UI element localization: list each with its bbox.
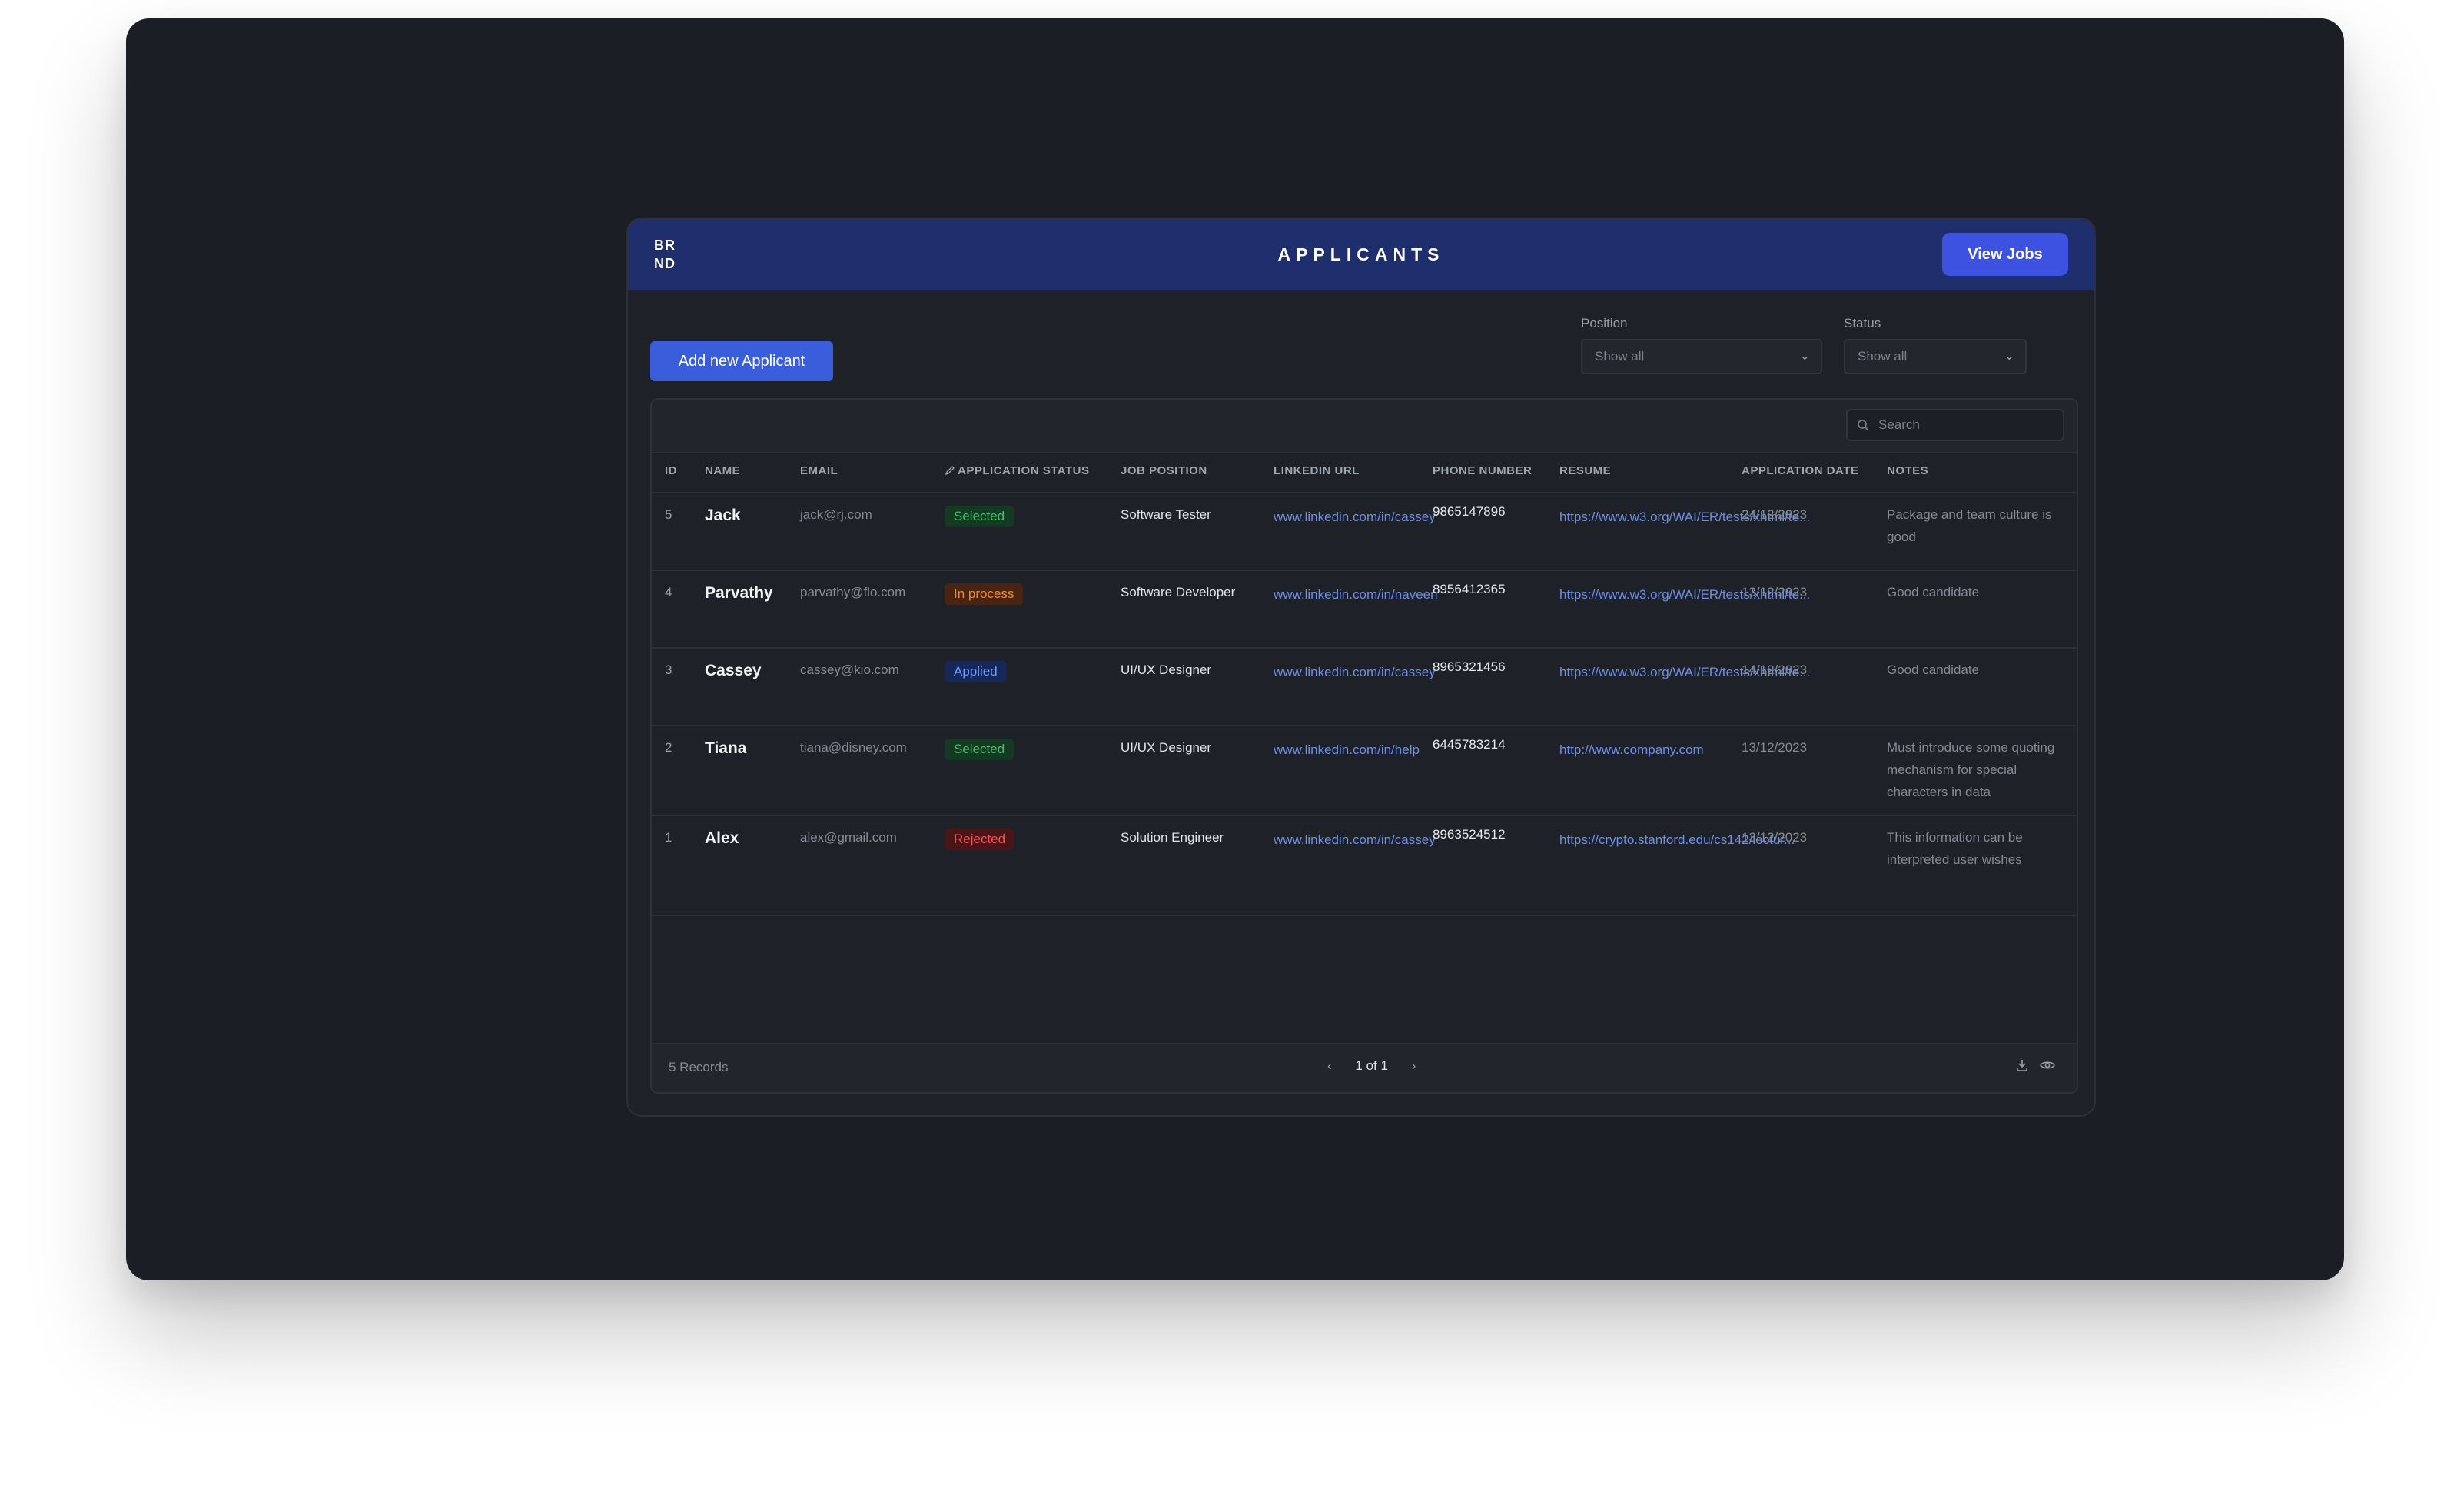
view-jobs-button[interactable]: View Jobs bbox=[1942, 233, 2068, 276]
pagination: ‹ 1 of 1 › bbox=[1327, 1058, 1416, 1074]
row-job-position: Solution Engineer bbox=[1121, 830, 1224, 845]
linkedin-link[interactable]: www.linkedin.com/in/help bbox=[1274, 739, 1420, 761]
row-email: alex@gmail.com bbox=[800, 830, 897, 845]
status-select-value: Show all bbox=[1858, 349, 1908, 364]
applicants-table: Search ID NAME EMAIL APPLICATION STATUS … bbox=[650, 398, 2078, 1094]
search-placeholder: Search bbox=[1878, 417, 1920, 432]
status-badge: Rejected bbox=[945, 829, 1015, 850]
row-id: 2 bbox=[665, 740, 672, 755]
row-date: 13/12/2023 bbox=[1742, 585, 1808, 599]
table-footer: 5 Records ‹ 1 of 1 › bbox=[652, 1043, 2077, 1092]
row-date: 24/12/2023 bbox=[1742, 507, 1808, 522]
row-phone: 9865147896 bbox=[1433, 504, 1506, 519]
applicants-panel: BR ND APPLICANTS View Jobs Add new Appli… bbox=[626, 218, 2096, 1117]
column-header-application-date[interactable]: APPLICATION DATE bbox=[1742, 464, 1858, 477]
linkedin-link[interactable]: www.linkedin.com/in/cassey bbox=[1274, 506, 1436, 528]
row-name: Jack bbox=[705, 506, 741, 524]
row-id: 3 bbox=[665, 663, 672, 677]
table-toolbar: Search bbox=[652, 400, 2077, 453]
chevron-left-icon[interactable]: ‹ bbox=[1327, 1058, 1332, 1074]
row-job-position: Software Tester bbox=[1121, 507, 1211, 522]
linkedin-link[interactable]: www.linkedin.com/in/cassey bbox=[1274, 661, 1436, 683]
column-header-linkedin-url[interactable]: LINKEDIN URL bbox=[1274, 464, 1360, 477]
row-date: 14/12/2023 bbox=[1742, 663, 1808, 677]
row-phone: 8956412365 bbox=[1433, 582, 1506, 596]
status-badge: Selected bbox=[945, 506, 1014, 527]
column-header-id[interactable]: ID bbox=[665, 464, 677, 477]
records-count: 5 Records bbox=[669, 1060, 729, 1074]
row-phone: 8963524512 bbox=[1433, 827, 1506, 842]
column-header-name[interactable]: NAME bbox=[705, 464, 740, 477]
position-select-value: Show all bbox=[1595, 349, 1645, 364]
status-select[interactable]: Show all ⌄ bbox=[1844, 339, 2027, 374]
status-badge: Applied bbox=[945, 661, 1007, 682]
position-select[interactable]: Show all ⌄ bbox=[1581, 339, 1822, 374]
status-badge: In process bbox=[945, 583, 1024, 605]
row-phone: 6445783214 bbox=[1433, 737, 1506, 752]
linkedin-link[interactable]: www.linkedin.com/in/naveen bbox=[1274, 583, 1438, 606]
search-icon bbox=[1858, 420, 1869, 431]
resume-link[interactable]: https://www.w3.org/WAI/ER/tests/xhtml/te… bbox=[1559, 583, 1810, 606]
status-badge: Selected bbox=[945, 739, 1014, 760]
table-row[interactable]: 2 Tiana tiana@disney.com Selected UI/UX … bbox=[652, 725, 2077, 816]
row-id: 1 bbox=[665, 830, 672, 845]
row-job-position: UI/UX Designer bbox=[1121, 740, 1212, 755]
row-name: Parvathy bbox=[705, 584, 773, 602]
row-date: 13/12/2023 bbox=[1742, 830, 1808, 845]
app-header: BR ND APPLICANTS View Jobs bbox=[628, 219, 2094, 290]
eye-icon[interactable] bbox=[2040, 1058, 2055, 1072]
column-header-notes[interactable]: NOTES bbox=[1887, 464, 1928, 477]
row-notes: Good candidate bbox=[1887, 663, 1980, 677]
row-name: Alex bbox=[705, 829, 739, 847]
row-date: 13/12/2023 bbox=[1742, 740, 1808, 755]
row-phone: 8965321456 bbox=[1433, 659, 1506, 674]
row-name: Tiana bbox=[705, 739, 747, 757]
row-email: cassey@kio.com bbox=[800, 663, 899, 677]
row-job-position: Software Developer bbox=[1121, 585, 1236, 599]
row-email: parvathy@flo.com bbox=[800, 585, 906, 599]
row-notes: Good candidate bbox=[1887, 585, 1980, 599]
chevron-right-icon[interactable]: › bbox=[1412, 1058, 1416, 1074]
column-header-email[interactable]: EMAIL bbox=[800, 464, 838, 477]
search-input[interactable]: Search bbox=[1846, 409, 2064, 441]
table-row[interactable]: 1 Alex alex@gmail.com Rejected Solution … bbox=[652, 815, 2077, 916]
row-notes: Package and team culture is good bbox=[1887, 507, 2052, 544]
resume-link[interactable]: https://crypto.stanford.edu/cs142/lectur… bbox=[1559, 829, 1795, 851]
column-header-resume[interactable]: RESUME bbox=[1559, 464, 1611, 477]
row-email: tiana@disney.com bbox=[800, 740, 907, 755]
row-id: 4 bbox=[665, 585, 672, 599]
column-header-phone-number[interactable]: PHONE NUMBER bbox=[1433, 464, 1532, 477]
row-job-position: UI/UX Designer bbox=[1121, 663, 1212, 677]
linkedin-link[interactable]: www.linkedin.com/in/cassey bbox=[1274, 829, 1436, 851]
page-title: APPLICANTS bbox=[1277, 244, 1445, 264]
table-row[interactable]: 4 Parvathy parvathy@flo.com In process S… bbox=[652, 570, 2077, 649]
row-id: 5 bbox=[665, 507, 672, 522]
column-header-application-status[interactable]: APPLICATION STATUS bbox=[958, 464, 1090, 477]
pencil-icon bbox=[945, 466, 955, 476]
row-notes: This information can be interpreted user… bbox=[1887, 830, 2023, 867]
column-header-job-position[interactable]: JOB POSITION bbox=[1121, 464, 1207, 477]
table-row[interactable]: 5 Jack jack@rj.com Selected Software Tes… bbox=[652, 492, 2077, 571]
row-notes: Must introduce some quoting mechanism fo… bbox=[1887, 740, 2055, 799]
download-icon[interactable] bbox=[2015, 1058, 2029, 1072]
chevron-down-icon: ⌄ bbox=[2004, 350, 2014, 363]
table-row[interactable]: 3 Cassey cassey@kio.com Applied UI/UX De… bbox=[652, 647, 2077, 726]
add-applicant-button[interactable]: Add new Applicant bbox=[650, 341, 833, 381]
app-window: BR ND APPLICANTS View Jobs Add new Appli… bbox=[126, 18, 2344, 1280]
row-name: Cassey bbox=[705, 662, 762, 679]
table-header: ID NAME EMAIL APPLICATION STATUS JOB POS… bbox=[652, 452, 2077, 493]
page-info: 1 of 1 bbox=[1355, 1058, 1388, 1073]
status-filter-label: Status bbox=[1844, 316, 1881, 330]
footer-actions bbox=[2015, 1058, 2055, 1076]
resume-link[interactable]: https://www.w3.org/WAI/ER/tests/xhtml/te… bbox=[1559, 661, 1810, 683]
position-filter-label: Position bbox=[1581, 316, 1628, 330]
row-email: jack@rj.com bbox=[800, 507, 872, 522]
resume-link[interactable]: http://www.company.com bbox=[1559, 739, 1736, 761]
resume-link[interactable]: https://www.w3.org/WAI/ER/tests/xhtml/te… bbox=[1559, 506, 1810, 528]
chevron-down-icon: ⌄ bbox=[1799, 350, 1810, 363]
